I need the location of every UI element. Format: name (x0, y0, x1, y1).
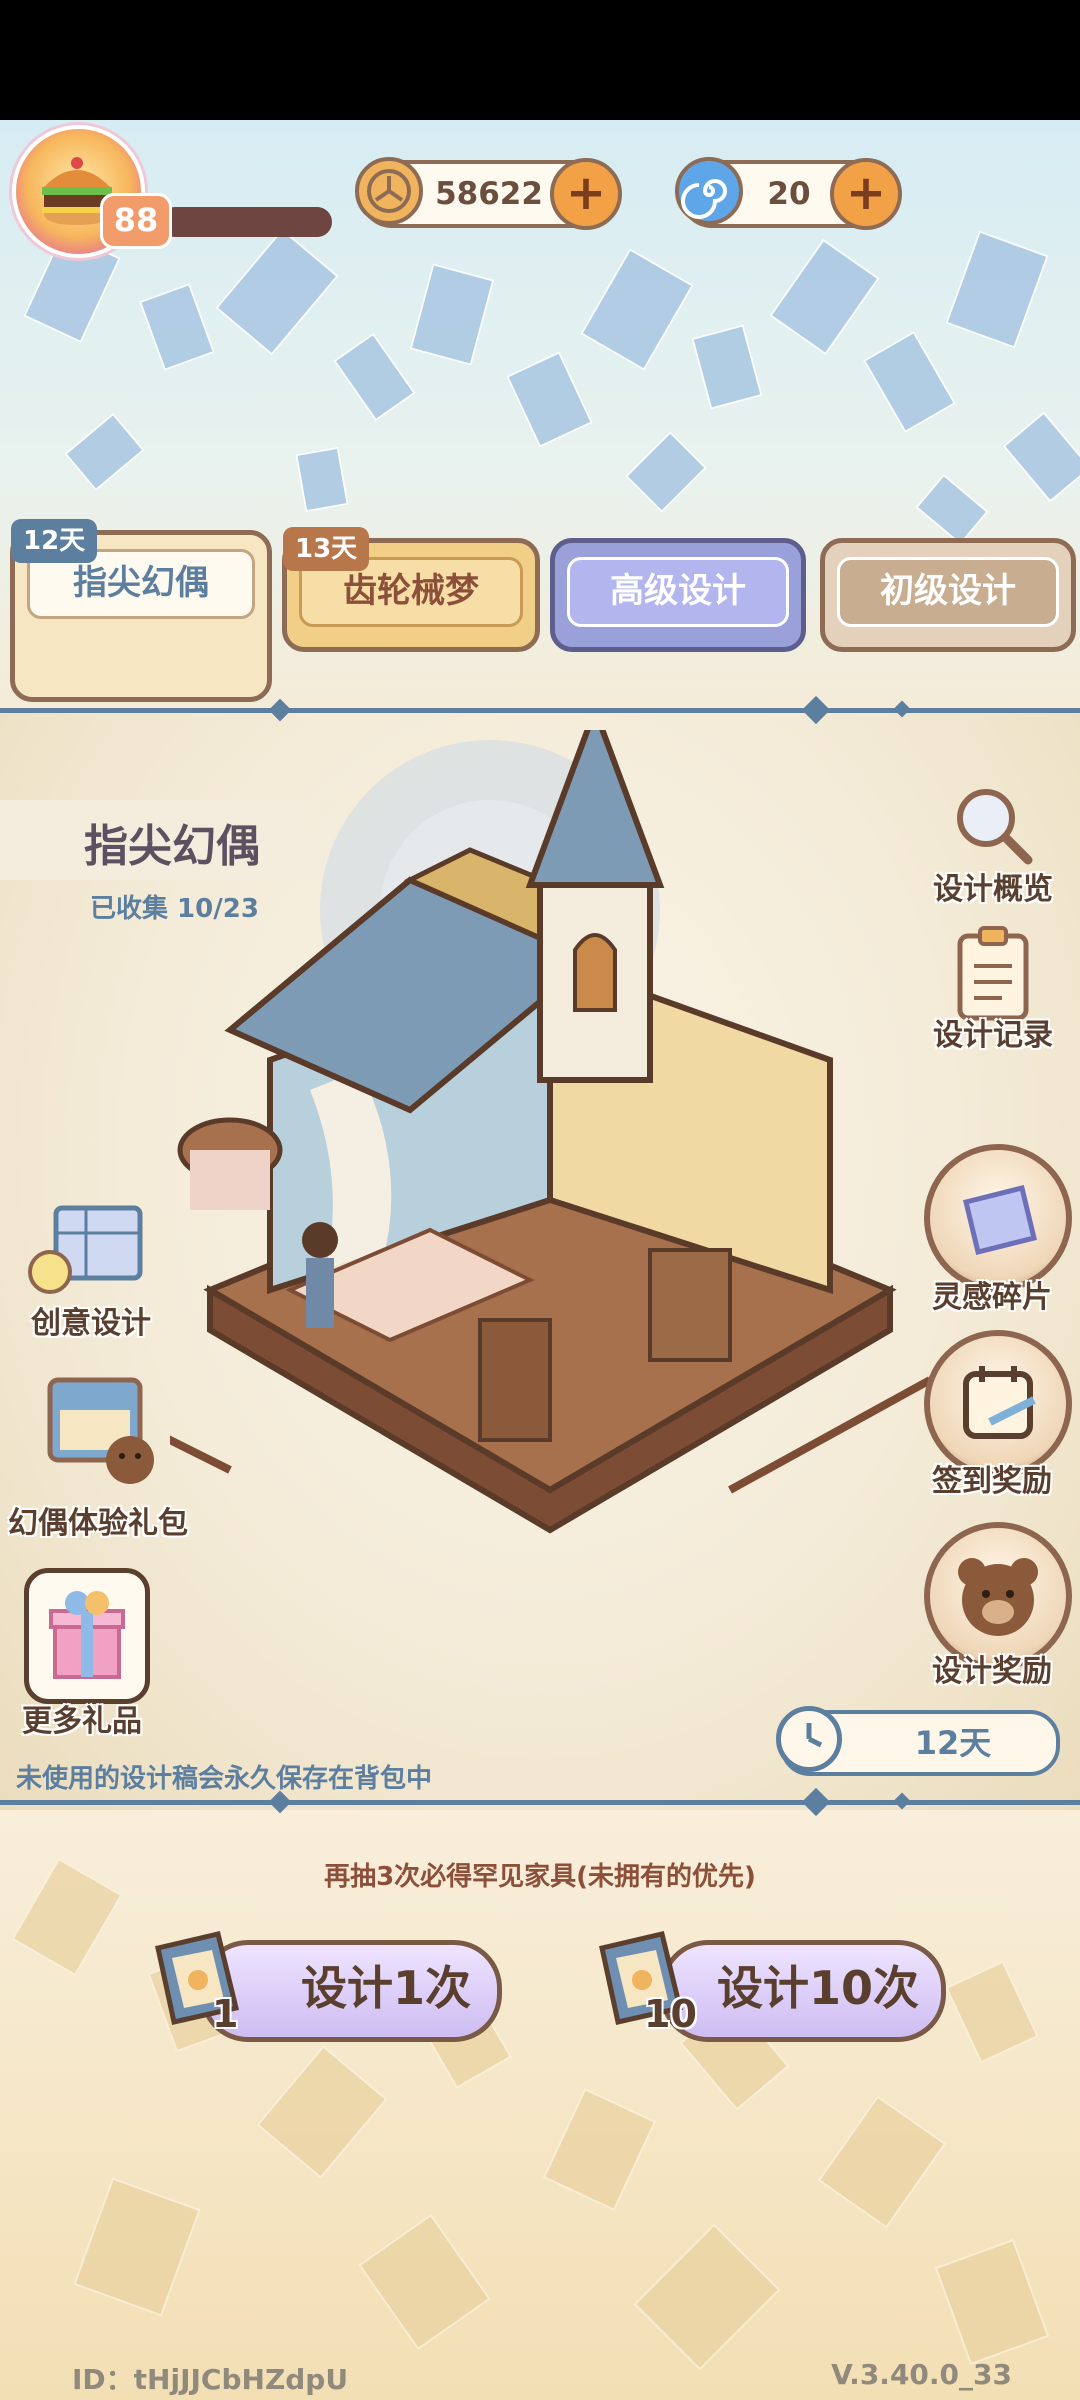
design-overview-label: 设计概览 (933, 872, 1053, 907)
pool-countdown: 12天 (776, 1706, 1060, 1776)
bottom-divider (0, 1800, 1080, 1805)
tab-timer-badge: 12天 (11, 519, 98, 563)
draw-ten-button[interactable]: 设计10次 (660, 1940, 946, 2042)
draw-once-cost: 1 (212, 1992, 239, 2036)
checkin-reward-label: 签到奖励 (932, 1464, 1052, 1499)
teddy-bear-icon (958, 1558, 1038, 1636)
tab-fingertip-doll[interactable]: 指尖幻偶 12天 (10, 519, 272, 702)
creative-design-label: 创意设计 (31, 1306, 151, 1341)
draw-ten-label: 设计10次 (716, 1961, 919, 2015)
player-id: ID：tHjJJCbHZdpU (72, 2363, 349, 2396)
doll-trial-gift-pack-label: 幻偶体验礼包 (8, 1506, 188, 1541)
bottom-background (0, 1810, 1080, 2400)
storage-note: 未使用的设计稿会永久保存在背包中 (16, 1764, 433, 1794)
draw-ten-cost: 10 (644, 1992, 697, 2036)
exp-bar (160, 207, 332, 237)
gem-counter: 20 + (675, 157, 902, 230)
coin-counter: 58622 + (355, 157, 622, 230)
tab-timer-badge: 13天 (283, 527, 370, 571)
tab-basic-design[interactable]: 初级设计 (820, 538, 1076, 652)
player-level-badge: 88 (100, 193, 172, 249)
gift-pack-icon (47, 1377, 154, 1484)
tab-label: 初级设计 (837, 557, 1059, 627)
tab-divider (0, 708, 1080, 713)
magnifier-icon (957, 789, 1033, 865)
dollhouse-scene-illustration (170, 730, 930, 1534)
calendar-icon (963, 1366, 1036, 1439)
pity-hint: 再抽3次必得罕见家具(未拥有的优先) (324, 1862, 756, 1892)
design-records-button[interactable]: 设计记录 (933, 926, 1053, 1053)
add-coin-button[interactable]: + (550, 158, 622, 230)
coin-icon (355, 157, 423, 225)
add-gem-button[interactable]: + (830, 158, 902, 230)
tab-label: 高级设计 (567, 557, 789, 627)
more-gifts-label: 更多礼品 (22, 1704, 142, 1739)
creative-design-button[interactable]: 创意设计 (26, 1198, 156, 1341)
status-bar (0, 0, 1080, 120)
doll-trial-gift-pack-button[interactable]: 幻偶体验礼包 (8, 1370, 188, 1541)
gem-value: 20 (767, 176, 811, 212)
draw-once-label: 设计1次 (300, 1961, 471, 2015)
inspiration-fragments-label: 灵感碎片 (932, 1280, 1052, 1315)
countdown-value: 12天 (914, 1724, 992, 1762)
version-label: V.3.40.0_33 (831, 2358, 1012, 2391)
more-gifts-button[interactable] (24, 1568, 150, 1704)
tab-gear-dream[interactable]: 齿轮械梦 13天 (282, 527, 540, 652)
coin-value: 58622 (435, 176, 543, 212)
draw-once-button[interactable]: 设计1次 (200, 1940, 502, 2042)
puzzle-fragment-icon (962, 1184, 1038, 1256)
clock-icon (776, 1706, 842, 1772)
design-reward-label: 设计奖励 (932, 1654, 1052, 1689)
inspiration-fragments-button[interactable] (924, 1144, 1072, 1292)
tab-advanced-design[interactable]: 高级设计 (550, 538, 806, 652)
blueprint-bulb-icon (28, 1205, 143, 1294)
gift-box-icon (49, 1591, 125, 1679)
design-overview-button[interactable]: 设计概览 (933, 780, 1053, 907)
spiral-gem-icon (675, 157, 743, 225)
design-records-label: 设计记录 (933, 1018, 1053, 1053)
